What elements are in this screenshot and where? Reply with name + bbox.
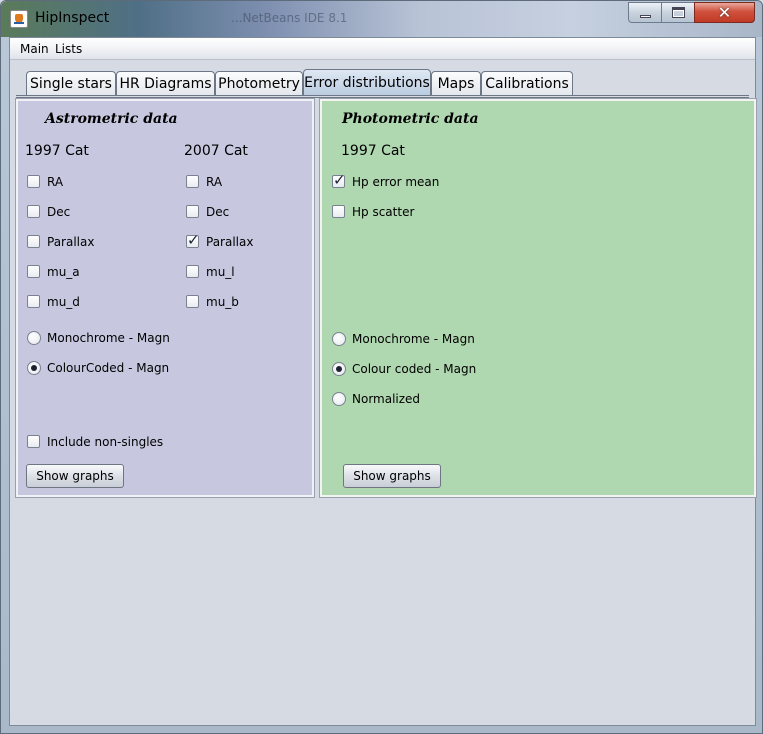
radio-label: Monochrome - Magn [47, 331, 170, 345]
checkbox-label: mu_d [47, 295, 80, 309]
checkbox-label: Parallax [206, 235, 254, 249]
maximize-icon [672, 7, 685, 18]
astro-show-graphs-button[interactable]: Show graphs [26, 464, 124, 488]
photo-show-graphs-button[interactable]: Show graphs [343, 464, 441, 488]
astro-2007-cat-label: 2007 Cat [184, 143, 248, 159]
radio-button[interactable] [332, 362, 346, 376]
astrometric-panel: Astrometric data 1997 Cat 2007 Cat RA De… [16, 99, 314, 497]
menu-bar: Main Lists [10, 38, 755, 60]
close-button[interactable]: ✕ [694, 2, 755, 23]
checkbox-label: Dec [47, 205, 71, 219]
app-window: HipInspect ...NetBeans IDE 8.1 ✕ Main Li… [0, 0, 763, 734]
photo-1997-cat-label: 1997 Cat [341, 143, 405, 159]
radio-label: ColourCoded - Magn [47, 361, 170, 375]
checkbox-box[interactable] [27, 265, 40, 278]
menu-lists[interactable]: Lists [55, 42, 82, 56]
tab-error-distributions[interactable]: Error distributions [303, 69, 431, 96]
radio-label: Monochrome - Magn [352, 332, 475, 346]
checkbox-box[interactable] [27, 295, 40, 308]
checkbox-box[interactable] [186, 265, 199, 278]
tab-divider [16, 95, 749, 98]
checkbox-label: Parallax [47, 235, 95, 249]
java-app-icon [10, 10, 28, 28]
checkbox-box[interactable] [186, 232, 200, 248]
radio-button[interactable] [27, 331, 41, 345]
radio-button[interactable] [332, 332, 346, 346]
checkbox-box[interactable] [186, 175, 199, 188]
checkbox-label: mu_b [206, 295, 239, 309]
radio-button[interactable] [332, 392, 346, 406]
window-title: HipInspect [35, 10, 110, 26]
checkbox-label: mu_l [206, 265, 235, 279]
checkbox-label: Hp scatter [352, 205, 415, 219]
checkbox-box[interactable] [332, 172, 346, 188]
checkbox-label: Hp error mean [352, 175, 440, 189]
radio-label: Normalized [352, 392, 421, 406]
checkbox-label: Include non-singles [47, 435, 164, 449]
photometric-panel: Photometric data 1997 Cat Hp error mean … [320, 99, 756, 497]
checkbox-box[interactable] [332, 205, 345, 218]
checkbox-box[interactable] [186, 295, 199, 308]
checkbox-label: Dec [206, 205, 230, 219]
minimize-icon [640, 15, 651, 18]
checkbox-label: mu_a [47, 265, 80, 279]
checkbox-box[interactable] [27, 175, 40, 188]
photometric-heading: Photometric data [342, 111, 479, 127]
radio-button[interactable] [27, 361, 41, 375]
checkbox-box[interactable] [27, 205, 40, 218]
maximize-button[interactable] [661, 2, 695, 23]
tab-photometry[interactable]: Photometry [215, 71, 303, 96]
checkbox-label: RA [206, 175, 223, 189]
checkbox-box[interactable] [27, 435, 40, 448]
tab-calibrations[interactable]: Calibrations [481, 71, 573, 96]
tab-maps[interactable]: Maps [431, 71, 481, 96]
radio-label: Colour coded - Magn [352, 362, 477, 376]
menu-main[interactable]: Main [20, 42, 49, 56]
checkbox-label: RA [47, 175, 64, 189]
tab-hr-diagrams[interactable]: HR Diagrams [116, 71, 215, 96]
astro-1997-cat-label: 1997 Cat [25, 143, 89, 159]
close-icon: ✕ [717, 3, 732, 22]
minimize-button[interactable] [628, 2, 662, 23]
background-window-text: ...NetBeans IDE 8.1 [231, 11, 348, 25]
checkbox-box[interactable] [27, 235, 40, 248]
tab-single-stars[interactable]: Single stars [26, 71, 116, 96]
astrometric-heading: Astrometric data [45, 111, 178, 127]
checkbox-box[interactable] [186, 205, 199, 218]
client-area: Main Lists Single stars HR Diagrams Phot… [9, 37, 756, 726]
title-bar[interactable]: HipInspect ...NetBeans IDE 8.1 ✕ [1, 1, 762, 37]
